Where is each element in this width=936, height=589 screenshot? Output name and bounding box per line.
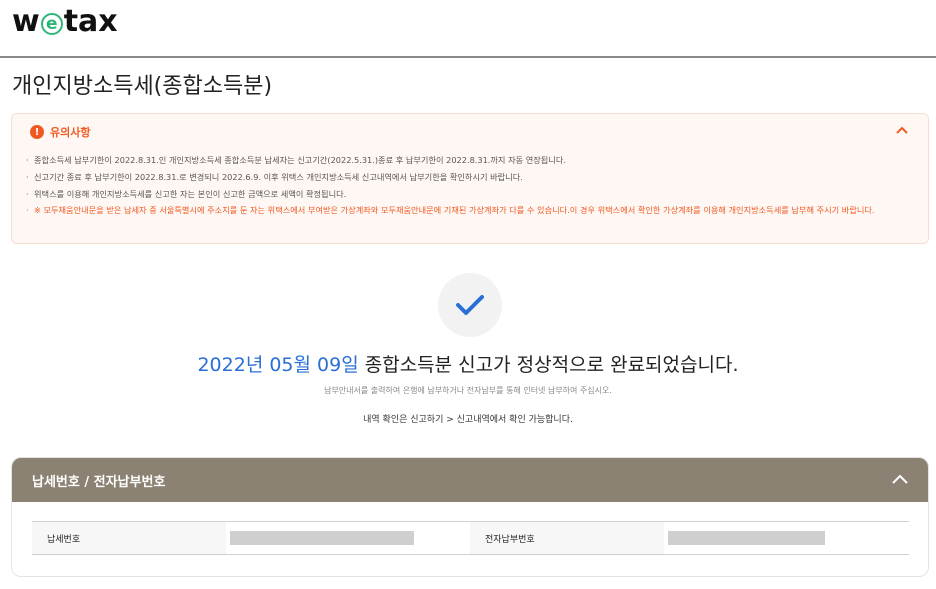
payment-collapse-button[interactable] <box>890 470 910 488</box>
logo-e-circle: e <box>40 13 63 35</box>
wetax-logo[interactable]: w e tax <box>12 7 118 37</box>
chevron-up-icon <box>896 126 908 134</box>
tax-number-label: 납세번호 <box>32 522 226 554</box>
notice-item: 신고기간 종료 후 납부기한이 2022.8.31.로 변경되니 2022.6.… <box>26 171 906 184</box>
chevron-up-icon <box>892 474 908 484</box>
notice-item: 위택스를 이용해 개인지방소득세를 신고한 자는 본인이 신고한 금액으로 세액… <box>26 188 906 201</box>
check-icon <box>456 295 484 315</box>
success-check <box>438 273 502 337</box>
alert-icon: ! <box>30 125 44 139</box>
epay-number-label: 전자납부번호 <box>470 522 664 554</box>
notice-list: 종합소득세 납부기한이 2022.8.31.인 개인지방소득세 종합소득분 납세… <box>26 154 906 220</box>
epay-number-value <box>664 522 908 554</box>
completion-text: 종합소득분 신고가 정상적으로 완료되었습니다. <box>358 354 739 376</box>
notice-collapse-button[interactable] <box>894 124 910 138</box>
redacted-block <box>668 531 825 545</box>
payment-guide-text: 납부안내서를 출력하여 은행에 납부하거나 전자납부를 통해 인터넷 납부하여 … <box>324 386 612 395</box>
payment-number-table: 납세번호 전자납부번호 <box>32 521 909 555</box>
completion-date: 2022년 05월 09일 <box>197 354 359 376</box>
notice-header: ! 유의사항 <box>30 124 90 140</box>
notice-panel: ! 유의사항 종합소득세 납부기한이 2022.8.31.인 개인지방소득세 종… <box>11 113 929 244</box>
page-title: 개인지방소득세(종합소득분) <box>12 74 273 99</box>
logo-text-tax: tax <box>63 4 118 39</box>
payment-panel-title: 납세번호 / 전자납부번호 <box>32 475 166 490</box>
notice-item: 종합소득세 납부기한이 2022.8.31.인 개인지방소득세 종합소득분 납세… <box>26 154 906 167</box>
completion-message: 2022년 05월 09일 종합소득분 신고가 정상적으로 완료되었습니다. <box>0 350 936 377</box>
notice-title: 유의사항 <box>50 126 91 139</box>
site-header: w e tax <box>0 0 936 58</box>
logo-text-w: w <box>12 4 40 39</box>
payment-panel-header: 납세번호 / 전자납부번호 <box>12 458 928 502</box>
payment-number-panel: 납세번호 / 전자납부번호 납세번호 전자납부번호 <box>11 457 929 577</box>
history-info-text: 내역 확인은 신고하기 > 신고내역에서 확인 가능합니다. <box>363 415 573 425</box>
tax-number-value <box>226 522 470 554</box>
redacted-block <box>230 531 414 545</box>
notice-item-warning: ※ 모두채움안내문을 받은 납세자 중 서울특별시에 주소지를 둔 자는 위택스… <box>26 205 906 216</box>
